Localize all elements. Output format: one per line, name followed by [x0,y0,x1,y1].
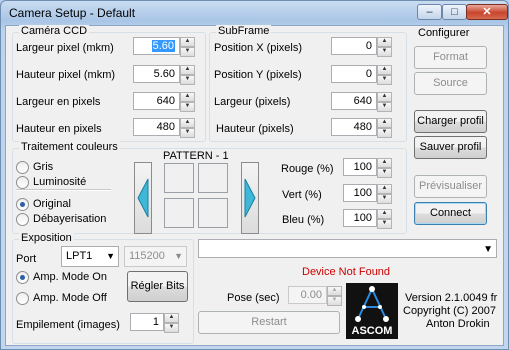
subframe-width-label: Largeur (pixels) [214,96,291,108]
blue-arrows[interactable]: ▲ ▼ [377,209,392,229]
status-text: Device Not Found [302,266,391,278]
source-button[interactable]: Source [414,72,487,95]
luminosity-radio[interactable] [16,176,29,189]
pixel-height-input[interactable]: 5.60 [133,65,180,83]
load-profile-button[interactable]: Charger profil [414,110,487,133]
pixel-width-input[interactable]: 5.60 [133,37,180,55]
color-processing-title: Traitement couleurs [19,141,120,153]
pattern-cell [198,163,228,193]
close-button[interactable]: ✕ [466,4,508,20]
position-y-arrows[interactable]: ▲ ▼ [377,65,392,85]
port-value: LPT1 [66,250,93,262]
baud-value: 115200 [129,250,165,262]
pattern-cell [198,198,228,228]
pixel-width-label: Largeur pixel (mkm) [16,42,114,54]
window-title: Camera Setup - Default [9,6,136,20]
pixel-width-arrows[interactable]: ▲ ▼ [180,37,195,57]
debayer-label: Débayerisation [33,213,107,225]
camera-setup-window: Camera Setup - Default – □ ✕ Caméra CCD … [0,0,509,350]
height-pixels-label: Hauteur en pixels [16,123,102,135]
exposure-time-arrows[interactable]: ▲ ▼ [327,286,342,306]
height-pixels-arrows[interactable]: ▲ ▼ [180,118,195,138]
position-y-input[interactable]: 0 [331,65,377,83]
port-select[interactable]: LPT1 ▼ [61,246,119,267]
restart-button[interactable]: Restart [198,311,340,334]
subframe-title: SubFrame [216,25,272,37]
original-label: Original [33,198,71,210]
copyright-text: Copyright (C) 2007 [403,305,496,317]
subframe-height-arrows[interactable]: ▲ ▼ [377,118,392,138]
pattern-next-button[interactable] [241,162,259,234]
green-label: Vert (%) [282,189,322,201]
port-label: Port [16,253,37,265]
ascom-logo-text: ASCOM [351,325,393,337]
baud-select[interactable]: 115200 ▼ [124,246,187,267]
red-label: Rouge (%) [281,163,334,175]
pattern-cell [164,198,194,228]
position-x-input[interactable]: 0 [331,37,377,55]
original-radio[interactable] [16,198,29,211]
debayer-radio[interactable] [16,213,29,226]
ascom-logo: ASCOM [346,283,398,339]
width-pixels-input[interactable]: 640 [133,92,180,110]
version-text: Version 2.1.0049 fr [405,292,498,304]
exposure-time-input[interactable]: 0.00 [288,286,327,304]
position-x-label: Position X (pixels) [214,42,303,54]
height-pixels-input[interactable]: 480 [133,118,180,136]
chevron-down-icon: ▼ [174,251,183,261]
green-input[interactable]: 100 [343,184,377,202]
amp-off-radio[interactable] [16,292,29,305]
save-profile-button[interactable]: Sauver profil [414,136,487,159]
width-pixels-label: Largeur en pixels [16,96,101,108]
adjust-bits-button[interactable]: Régler Bits [127,271,188,302]
format-button[interactable]: Format [414,46,487,69]
arrow-right-icon [244,178,256,218]
subframe-width-arrows[interactable]: ▲ ▼ [377,92,392,112]
luminosity-label: Luminosité [33,176,87,188]
amp-off-label: Amp. Mode Off [33,292,107,304]
amp-on-radio[interactable] [16,271,29,284]
stacking-arrows[interactable]: ▲ ▼ [164,313,179,333]
gray-label: Gris [33,161,54,173]
pattern-cell [164,163,194,193]
maximize-button[interactable]: □ [442,4,467,20]
blue-input[interactable]: 100 [343,209,377,227]
configurer-title: Configurer [418,27,470,39]
camera-ccd-title: Caméra CCD [19,25,90,37]
green-arrows[interactable]: ▲ ▼ [377,184,392,204]
subframe-height-input[interactable]: 480 [331,118,377,136]
pixel-height-arrows[interactable]: ▲ ▼ [180,65,195,85]
red-arrows[interactable]: ▲ ▼ [377,158,392,178]
title-bar[interactable]: Camera Setup - Default – □ ✕ [1,1,508,25]
client-area: Caméra CCD Largeur pixel (mkm) 5.60 ▲ ▼ H… [5,25,504,346]
width-pixels-arrows[interactable]: ▲ ▼ [180,92,195,112]
stacking-label: Empilement (images) [16,319,120,331]
stacking-input[interactable]: 1 [130,313,164,331]
position-y-label: Position Y (pixels) [214,69,302,81]
subframe-width-input[interactable]: 640 [331,92,377,110]
subframe-height-label: Hauteur (pixels) [216,123,294,135]
position-x-arrows[interactable]: ▲ ▼ [377,37,392,57]
ascom-star-icon [355,286,389,322]
exposure-title: Exposition [19,232,74,244]
connect-button[interactable]: Connect [414,202,487,225]
device-select[interactable]: ▼ [198,239,497,258]
arrow-left-icon [137,178,149,218]
gray-radio[interactable] [16,161,29,174]
exposure-time-label: Pose (sec) [227,292,280,304]
pattern-prev-button[interactable] [134,162,152,234]
chevron-down-icon: ▼ [106,251,115,261]
amp-on-label: Amp. Mode On [33,271,107,283]
minimize-button[interactable]: – [417,4,442,20]
radio-separator [16,189,111,191]
pattern-label: PATTERN - 1 [163,150,229,162]
pixel-height-label: Hauteur pixel (mkm) [16,69,116,81]
preview-button[interactable]: Prévisualiser [414,175,487,198]
author-text: Anton Drokin [426,318,490,330]
chevron-down-icon: ▼ [483,244,493,255]
red-input[interactable]: 100 [343,158,377,176]
blue-label: Bleu (%) [282,214,325,226]
